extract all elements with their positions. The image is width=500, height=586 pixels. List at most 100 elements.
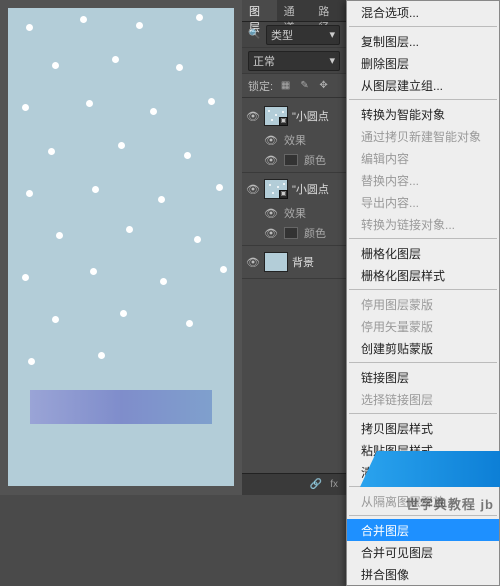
visibility-icon[interactable]: 👁 — [246, 110, 260, 123]
visibility-icon[interactable]: 👁 — [264, 207, 278, 220]
polka-dot — [48, 148, 55, 155]
menu-item[interactable]: 复制图层... — [347, 30, 499, 52]
polka-dot — [28, 358, 35, 365]
visibility-icon[interactable]: 👁 — [246, 183, 260, 196]
menu-item[interactable]: 转换为智能对象 — [347, 103, 499, 125]
visibility-icon[interactable]: 👁 — [264, 154, 278, 167]
menu-item[interactable]: 混合选项... — [347, 1, 499, 23]
polka-dot — [126, 226, 133, 233]
menu-item[interactable]: 拼合图像 — [347, 563, 499, 585]
polka-dot — [176, 64, 183, 71]
tab-channels[interactable]: 通道 — [277, 0, 312, 21]
menu-item[interactable]: 合并可见图层 — [347, 541, 499, 563]
layer-name[interactable]: "小圆点 — [292, 108, 342, 124]
polka-dot — [208, 98, 215, 105]
polka-dot — [120, 310, 127, 317]
menu-item[interactable]: 链接图层 — [347, 366, 499, 388]
visibility-icon[interactable]: 👁 — [264, 134, 278, 147]
visibility-icon[interactable]: 👁 — [264, 227, 278, 240]
menu-item[interactable]: 合并图层 — [347, 519, 499, 541]
search-icon: 🔍 — [248, 28, 261, 41]
menu-item: 编辑内容 — [347, 147, 499, 169]
polka-dot — [26, 190, 33, 197]
polka-dot — [26, 24, 33, 31]
polka-dot — [52, 316, 59, 323]
layer-item[interactable]: 👁 背景 — [242, 246, 346, 279]
lock-row: 锁定: ▦ ✎ ✥ — [242, 74, 346, 98]
menu-separator — [349, 289, 497, 290]
menu-item[interactable]: 栅格化图层 — [347, 242, 499, 264]
kind-label: 类型 — [271, 27, 293, 43]
layer-thumbnail[interactable] — [264, 252, 288, 272]
menu-item: 导出内容... — [347, 191, 499, 213]
panel-tabs: 图层 通道 路径 — [242, 0, 346, 22]
chevron-down-icon: ▾ — [329, 28, 335, 41]
fx-icon[interactable]: fx — [330, 479, 338, 490]
layers-panel-footer: 🔗 fx — [242, 473, 346, 495]
layer-list: 👁 ▣ "小圆点 👁 效果 👁 颜色 👁 ▣ "小圆点 👁 效果 👁 颜色 — [242, 98, 346, 279]
layer-name[interactable]: 背景 — [292, 254, 342, 270]
menu-item: 通过拷贝新建智能对象 — [347, 125, 499, 147]
layer-item[interactable]: 👁 ▣ "小圆点 👁 效果 👁 颜色 — [242, 173, 346, 246]
lock-label: 锁定: — [248, 78, 273, 94]
lock-transparency-icon[interactable]: ▦ — [279, 79, 292, 92]
menu-item[interactable]: 拷贝图层样式 — [347, 417, 499, 439]
polka-dot — [216, 184, 223, 191]
tab-paths[interactable]: 路径 — [311, 0, 346, 21]
menu-item[interactable]: 从图层建立组... — [347, 74, 499, 96]
fx-label[interactable]: 效果 — [284, 205, 306, 221]
layer-thumbnail[interactable]: ▣ — [264, 179, 288, 199]
lock-move-icon[interactable]: ✥ — [317, 79, 330, 92]
polka-dot — [186, 320, 193, 327]
chevron-down-icon: ▾ — [329, 54, 335, 67]
canvas-area[interactable] — [0, 0, 242, 495]
tab-layers[interactable]: 图层 — [242, 0, 277, 21]
polka-dot — [150, 108, 157, 115]
menu-separator — [349, 515, 497, 516]
layer-item[interactable]: 👁 ▣ "小圆点 👁 效果 👁 颜色 — [242, 100, 346, 173]
menu-item[interactable]: 创建剪贴蒙版 — [347, 337, 499, 359]
color-overlay-icon — [284, 154, 298, 166]
blend-mode-select[interactable]: 正常 ▾ — [248, 51, 340, 71]
color-overlay-icon — [284, 227, 298, 239]
menu-separator — [349, 26, 497, 27]
menu-separator — [349, 99, 497, 100]
menu-separator — [349, 413, 497, 414]
polka-dot — [80, 16, 87, 23]
polka-dot — [98, 352, 105, 359]
layer-thumbnail[interactable]: ▣ — [264, 106, 288, 126]
kind-select[interactable]: 类型 ▾ — [266, 25, 340, 45]
polka-dot — [90, 268, 97, 275]
fx-label[interactable]: 颜色 — [304, 225, 326, 241]
fx-label[interactable]: 效果 — [284, 132, 306, 148]
polka-dot — [52, 62, 59, 69]
polka-dot — [158, 196, 165, 203]
layer-name[interactable]: "小圆点 — [292, 181, 342, 197]
polka-dot — [118, 142, 125, 149]
artboard[interactable] — [8, 8, 234, 486]
menu-item[interactable]: 栅格化图层样式 — [347, 264, 499, 286]
polka-dot — [160, 278, 167, 285]
menu-item: 停用图层蒙版 — [347, 293, 499, 315]
polka-dot — [220, 266, 227, 273]
watermark-text: 世字典教程 jb — [406, 494, 494, 513]
smart-object-icon: ▣ — [279, 190, 288, 199]
layers-panel: 图层 通道 路径 🔍 类型 ▾ 正常 ▾ 锁定: ▦ ✎ ✥ 👁 ▣ — [242, 0, 346, 495]
polka-dot — [22, 104, 29, 111]
menu-item: 替换内容... — [347, 169, 499, 191]
highlight-flag — [360, 451, 500, 487]
fx-label[interactable]: 颜色 — [304, 152, 326, 168]
polka-dot — [22, 274, 29, 281]
link-icon[interactable]: 🔗 — [310, 479, 322, 490]
lock-paint-icon[interactable]: ✎ — [298, 79, 311, 92]
menu-item: 选择链接图层 — [347, 388, 499, 410]
visibility-icon[interactable]: 👁 — [246, 256, 260, 269]
menu-item[interactable]: 删除图层 — [347, 52, 499, 74]
polka-dot — [92, 186, 99, 193]
menu-separator — [349, 238, 497, 239]
polka-dot — [194, 236, 201, 243]
gradient-rectangle — [30, 390, 212, 424]
polka-dot — [112, 56, 119, 63]
polka-dot — [56, 232, 63, 239]
menu-item: 停用矢量蒙版 — [347, 315, 499, 337]
